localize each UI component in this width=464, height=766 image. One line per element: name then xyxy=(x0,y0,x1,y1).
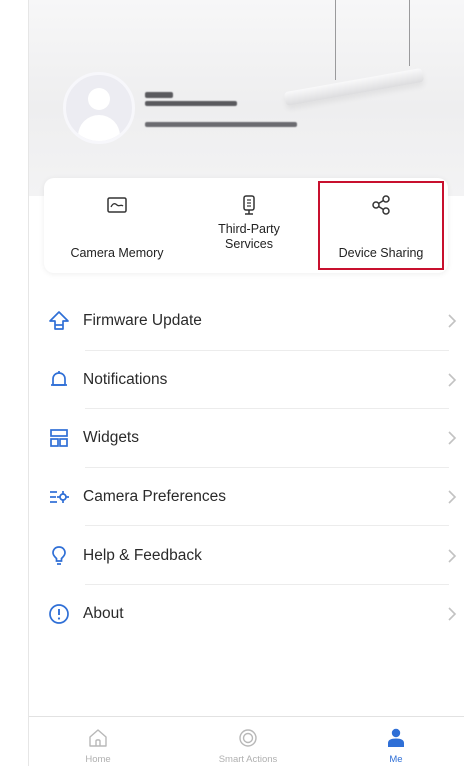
bell-icon xyxy=(51,370,67,386)
ceiling-lamp-decoration xyxy=(283,67,425,107)
tab-me[interactable]: Me xyxy=(341,717,451,766)
tab-label: Home xyxy=(85,754,111,765)
chevron-right-icon xyxy=(448,314,457,328)
help-icon xyxy=(52,545,66,565)
lamp-wire xyxy=(335,0,336,80)
firmware-update-icon xyxy=(49,311,69,331)
menu-item-camera-preferences[interactable]: Camera Preferences xyxy=(29,468,464,527)
avatar-body xyxy=(78,115,120,141)
home-icon xyxy=(89,729,107,747)
menu-item-about[interactable]: About xyxy=(29,585,464,644)
menu-item-label: Camera Preferences xyxy=(83,488,227,506)
app-screen: Camera Memory Third-Party Services Devic… xyxy=(28,0,464,766)
me-icon xyxy=(388,728,404,747)
camera-preferences-icon xyxy=(50,491,69,504)
widgets-icon xyxy=(50,429,68,448)
third-party-services-label-line1: Third-Party xyxy=(218,222,280,236)
chevron-right-icon xyxy=(448,431,457,446)
third-party-services-icon xyxy=(243,195,255,215)
chevron-right-icon xyxy=(448,490,457,504)
chevron-right-icon xyxy=(448,549,457,563)
menu-item-widgets[interactable]: Widgets xyxy=(29,409,464,468)
smart-actions-icon xyxy=(239,729,257,747)
menu-item-label: Widgets xyxy=(83,429,139,447)
chevron-right-icon xyxy=(448,607,457,621)
menu-item-notifications[interactable]: Notifications xyxy=(29,351,464,410)
redacted-username xyxy=(145,92,173,98)
menu-item-firmware-update[interactable]: Firmware Update xyxy=(29,292,464,351)
tab-label: Smart Actions xyxy=(218,754,278,765)
redacted-email xyxy=(145,122,297,127)
menu-item-label: Firmware Update xyxy=(83,312,202,330)
redacted-username xyxy=(145,101,237,106)
tab-label: Me xyxy=(389,754,403,765)
avatar-head xyxy=(88,88,110,110)
bottom-tab-bar: Home Smart Actions Me xyxy=(29,716,464,766)
camera-memory-label: Camera Memory xyxy=(70,246,164,260)
camera-memory-button[interactable]: Camera Memory xyxy=(52,178,182,273)
lamp-wire xyxy=(409,0,410,66)
settings-menu-list: Firmware Update Notifications Widgets Ca… xyxy=(29,292,464,644)
menu-item-label: Notifications xyxy=(83,370,168,388)
third-party-services-label-line2: Services xyxy=(225,237,273,251)
camera-memory-icon xyxy=(107,197,127,213)
menu-item-label: About xyxy=(83,605,124,623)
device-sharing-highlight-box xyxy=(318,181,444,270)
info-icon xyxy=(49,604,69,625)
chevron-right-icon xyxy=(448,373,457,387)
tab-home[interactable]: Home xyxy=(43,717,153,766)
menu-item-label: Help & Feedback xyxy=(83,546,202,564)
user-avatar-icon[interactable] xyxy=(63,72,135,144)
third-party-services-button[interactable]: Third-Party Services xyxy=(184,178,314,273)
menu-item-help-feedback[interactable]: Help & Feedback xyxy=(29,526,464,585)
tab-smart-actions[interactable]: Smart Actions xyxy=(193,717,303,766)
